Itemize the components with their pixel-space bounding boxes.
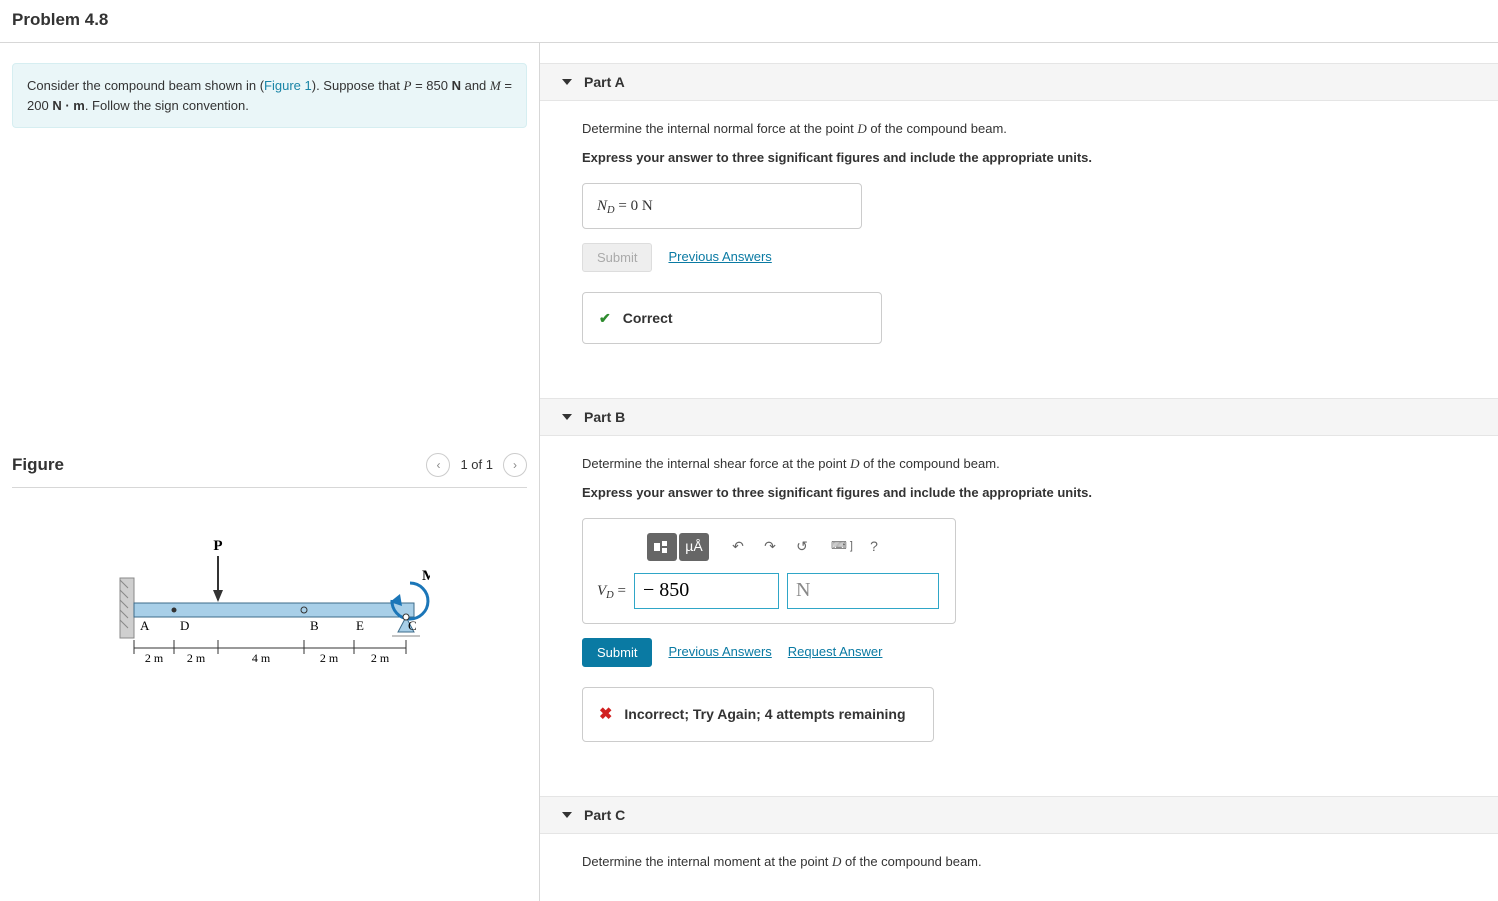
unit-N: N bbox=[452, 78, 461, 93]
part-b-feedback: ✖ Incorrect; Try Again; 4 attempts remai… bbox=[582, 687, 934, 743]
undo-icon[interactable]: ↶ bbox=[723, 533, 753, 561]
part-b-header[interactable]: Part B bbox=[540, 398, 1498, 436]
svg-text:E: E bbox=[356, 618, 364, 633]
svg-text:B: B bbox=[310, 618, 319, 633]
figure-header: Figure ‹ 1 of 1 › bbox=[12, 453, 527, 488]
figure-nav: ‹ 1 of 1 › bbox=[426, 453, 527, 477]
feedback-text: Correct bbox=[623, 307, 673, 329]
equation-row: VD = bbox=[597, 573, 941, 609]
templates-icon[interactable] bbox=[647, 533, 677, 561]
units-icon[interactable]: µÅ bbox=[679, 533, 709, 561]
point-var: D bbox=[832, 854, 841, 869]
previous-answers-link[interactable]: Previous Answers bbox=[668, 247, 771, 268]
intro-text: Consider the compound beam shown in ( bbox=[27, 78, 264, 93]
problem-intro: Consider the compound beam shown in (Fig… bbox=[12, 63, 527, 128]
request-answer-link[interactable]: Request Answer bbox=[788, 642, 883, 663]
main-layout: Consider the compound beam shown in (Fig… bbox=[0, 43, 1498, 901]
keyboard-icon[interactable]: ⌨ ] bbox=[827, 533, 857, 561]
svg-text:A: A bbox=[140, 618, 150, 633]
part-a-answer: ND = 0 N bbox=[582, 183, 862, 229]
incorrect-icon: ✖ bbox=[599, 702, 612, 728]
collapse-icon bbox=[562, 79, 572, 85]
svg-text:2 m: 2 m bbox=[319, 651, 338, 665]
point-var: D bbox=[857, 121, 866, 136]
figure-heading: Figure bbox=[12, 455, 64, 475]
feedback-text: Incorrect; Try Again; 4 attempts remaini… bbox=[624, 703, 905, 725]
svg-text:2 m: 2 m bbox=[370, 651, 389, 665]
svg-text:2 m: 2 m bbox=[144, 651, 163, 665]
part-b-input-box: µÅ ↶ ↷ ↺ ⌨ ] ? VD = bbox=[582, 518, 956, 624]
part-c-prompt: Determine the internal moment at the poi… bbox=[582, 852, 1484, 873]
part-a-prompt: Determine the internal normal force at t… bbox=[582, 119, 1484, 140]
eq-label: VD = bbox=[597, 579, 626, 603]
figure-link[interactable]: Figure 1 bbox=[264, 78, 312, 93]
collapse-icon bbox=[562, 414, 572, 420]
part-c-header[interactable]: Part C bbox=[540, 796, 1498, 834]
svg-text:2 m: 2 m bbox=[186, 651, 205, 665]
collapse-icon bbox=[562, 812, 572, 818]
part-b-body: Determine the internal shear force at th… bbox=[540, 436, 1498, 750]
figure-pager: 1 of 1 bbox=[460, 457, 493, 472]
part-a-header[interactable]: Part A bbox=[540, 63, 1498, 101]
figure-image: P M A D B E C bbox=[12, 488, 527, 731]
part-a-directive: Express your answer to three significant… bbox=[582, 148, 1484, 169]
part-a-title: Part A bbox=[584, 74, 625, 90]
figure-next-button[interactable]: › bbox=[503, 453, 527, 477]
part-b-directive: Express your answer to three significant… bbox=[582, 483, 1484, 504]
figure-prev-button[interactable]: ‹ bbox=[426, 453, 450, 477]
previous-answers-link[interactable]: Previous Answers bbox=[668, 642, 771, 663]
part-a-feedback: ✔ Correct bbox=[582, 292, 882, 344]
help-icon[interactable]: ? bbox=[859, 533, 889, 561]
part-b-buttons: Submit Previous Answers Request Answer bbox=[582, 638, 1484, 667]
svg-text:P: P bbox=[213, 538, 222, 554]
correct-icon: ✔ bbox=[599, 307, 611, 329]
problem-title: Problem 4.8 bbox=[0, 0, 1498, 43]
unit-Nm: N · m bbox=[52, 98, 85, 113]
part-b-prompt: Determine the internal shear force at th… bbox=[582, 454, 1484, 475]
value-input[interactable] bbox=[634, 573, 779, 609]
var-M: M bbox=[490, 78, 501, 93]
part-a-body: Determine the internal normal force at t… bbox=[540, 101, 1498, 352]
part-c-body: Determine the internal moment at the poi… bbox=[540, 834, 1498, 881]
intro-text: = 850 bbox=[411, 78, 451, 93]
beam-diagram: P M A D B E C bbox=[110, 528, 430, 688]
svg-text:C: C bbox=[408, 618, 417, 633]
intro-text: ). Suppose that bbox=[312, 78, 404, 93]
left-pane: Consider the compound beam shown in (Fig… bbox=[0, 43, 540, 901]
figure-section: Figure ‹ 1 of 1 › bbox=[12, 453, 527, 731]
unit-input[interactable] bbox=[787, 573, 939, 609]
svg-text:M: M bbox=[422, 568, 430, 584]
right-pane: Part A Determine the internal normal for… bbox=[540, 43, 1498, 901]
intro-text: and bbox=[461, 78, 490, 93]
part-a-buttons: Submit Previous Answers bbox=[582, 243, 1484, 272]
redo-icon[interactable]: ↷ bbox=[755, 533, 785, 561]
svg-text:D: D bbox=[180, 618, 189, 633]
equation-toolbar: µÅ ↶ ↷ ↺ ⌨ ] ? bbox=[647, 533, 941, 561]
part-b-title: Part B bbox=[584, 409, 625, 425]
part-c-title: Part C bbox=[584, 807, 625, 823]
svg-text:4 m: 4 m bbox=[251, 651, 270, 665]
intro-text: . Follow the sign convention. bbox=[85, 98, 249, 113]
reset-icon[interactable]: ↺ bbox=[787, 533, 817, 561]
submit-button[interactable]: Submit bbox=[582, 638, 652, 667]
submit-button[interactable]: Submit bbox=[582, 243, 652, 272]
